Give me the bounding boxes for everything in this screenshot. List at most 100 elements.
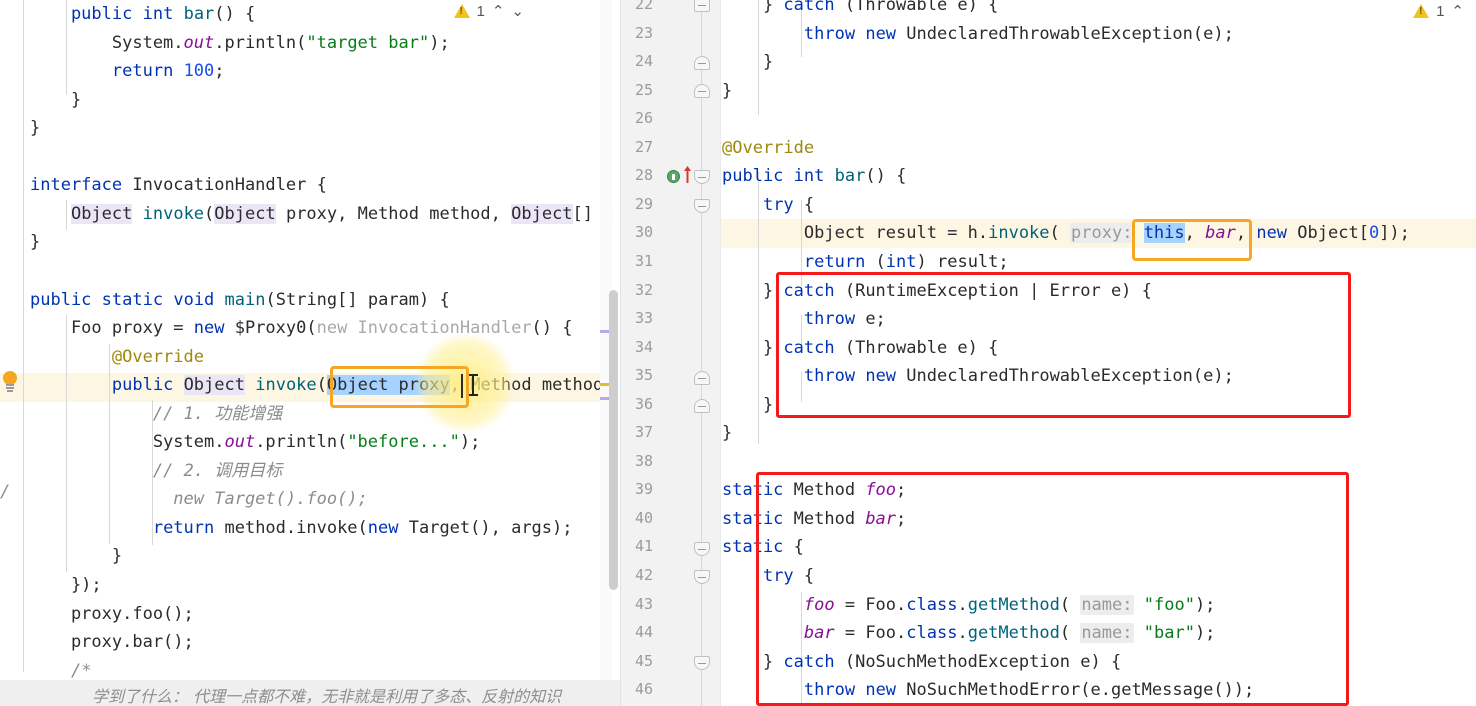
code-line: return 100; [111, 61, 225, 82]
warning-triangle-icon [453, 4, 470, 18]
left-scrollbar-thumb[interactable] [609, 290, 618, 590]
line-number: 29 [635, 194, 654, 213]
code-line: return (int) result; [803, 251, 1009, 272]
code-line: try { [762, 194, 815, 215]
line-number: 39 [635, 480, 654, 499]
code-line: } [722, 52, 774, 73]
line-number: 27 [635, 137, 654, 156]
code-line: public Object invoke(Object proxy, Metho… [111, 375, 614, 396]
code-line: public int bar() { [30, 4, 256, 24]
code-line: proxy.bar(); [30, 632, 194, 653]
code-line: Foo proxy = new $Proxy0(new InvocationHa… [30, 318, 573, 339]
line-number: 46 [635, 680, 654, 699]
code-line: } catch (Throwable e) { [722, 0, 999, 15]
line-number: 37 [635, 423, 654, 442]
code-line: throw e; [803, 309, 886, 330]
code-line: try { [762, 566, 815, 586]
code-line: System.out.println("target bar"); [30, 32, 450, 53]
clipped-edge-glyph: / [0, 482, 11, 502]
code-line: return method.invoke(new Target(), args)… [152, 517, 573, 538]
line-number: 24 [635, 52, 654, 71]
code-line: static Method foo; [722, 480, 907, 501]
lightbulb-icon[interactable] [1, 370, 19, 392]
warning-triangle-icon [1413, 4, 1430, 18]
right-warning-count: 1 [1436, 2, 1445, 20]
fold-toggle-icon[interactable] [694, 371, 710, 385]
code-line: Object result = h.invoke( proxy: this, b… [722, 223, 1410, 244]
overriding-method-arrow-icon[interactable] [683, 166, 692, 184]
right-editor-pane[interactable]: 22 23 24 25 26 27 28 29 30 31 32 33 34 3… [620, 0, 1476, 706]
previous-problem-icon[interactable]: ⌃ [1451, 2, 1464, 20]
code-line: Object invoke(Object proxy, Method metho… [70, 203, 614, 224]
code-line: } catch (RuntimeException | Error e) { [722, 280, 1152, 301]
code-line: } [722, 394, 774, 415]
right-gutter[interactable]: 22 23 24 25 26 27 28 29 30 31 32 33 34 3… [621, 0, 721, 706]
code-line: proxy.foo(); [30, 603, 194, 624]
code-line: static Method bar; [722, 508, 907, 529]
line-number: 32 [635, 280, 654, 299]
code-line: @Override [722, 137, 815, 158]
line-number: 44 [635, 623, 654, 642]
next-problem-icon[interactable]: ⌄ [511, 2, 524, 20]
code-line: // 1. 功能增强 [152, 403, 283, 424]
line-number: 45 [635, 651, 654, 670]
code-line: interface InvocationHandler { [30, 175, 327, 196]
bottom-comment-strip: 学到了什么： 代理一点都不难，无非就是利用了多态、反射的知识 [0, 680, 620, 706]
line-number: 26 [635, 109, 654, 128]
code-line: } [722, 80, 733, 101]
code-line: bar = Foo.class.getMethod( name: "bar"); [803, 623, 1216, 644]
line-number: 28 [635, 166, 654, 185]
code-line: public static void main(String[] param) … [30, 289, 450, 310]
line-number: 31 [635, 251, 654, 270]
ide-screenshot-root: / 1 ⌃ ⌄ public int bar() { System.out.pr… [0, 0, 1476, 706]
code-line: } [30, 232, 41, 253]
code-line: throw new UndeclaredThrowableException(e… [803, 366, 1234, 387]
line-number: 36 [635, 394, 654, 413]
right-inspection-hud[interactable]: 1 ⌃ [1413, 2, 1464, 20]
line-number: 41 [635, 537, 654, 556]
line-number: 34 [635, 337, 654, 356]
bottom-comment-text: 学到了什么： 代理一点都不难，无非就是利用了多态、反射的知识 [92, 687, 562, 706]
fold-toggle-icon[interactable] [694, 84, 710, 98]
code-line: throw new UndeclaredThrowableException(e… [803, 23, 1234, 44]
code-line: @Override [111, 346, 205, 367]
line-number: 30 [635, 223, 654, 242]
code-line: System.out.println("before..."); [30, 432, 481, 453]
line-number: 42 [635, 566, 654, 584]
left-inspection-hud[interactable]: 1 ⌃ ⌄ [453, 2, 524, 20]
right-code-text[interactable]: } catch (Throwable e) { throw new Undecl… [722, 0, 1410, 706]
fold-toggle-icon[interactable] [694, 56, 710, 70]
code-line: static { [722, 537, 804, 558]
left-warning-count: 1 [476, 2, 485, 20]
fold-toggle-icon[interactable] [694, 399, 710, 413]
line-number: 33 [635, 309, 654, 328]
run-method-icon[interactable] [667, 170, 680, 183]
line-number: 40 [635, 508, 654, 527]
line-number: 35 [635, 366, 654, 385]
fold-toggle-icon[interactable] [694, 0, 710, 12]
line-number: 43 [635, 594, 654, 613]
line-number: 25 [635, 80, 654, 99]
code-line: } catch (Throwable e) { [722, 337, 999, 358]
code-line: // 2. 调用目标 [152, 460, 283, 481]
code-line: }); [30, 575, 102, 595]
code-line: } [30, 118, 41, 139]
code-line: } catch (NoSuchMethodException e) { [722, 651, 1122, 672]
line-number: 23 [635, 23, 654, 42]
line-number: 22 [635, 0, 654, 13]
indent-guide [23, 0, 24, 672]
left-editor-pane[interactable]: / 1 ⌃ ⌄ public int bar() { System.out.pr… [0, 0, 620, 706]
mouse-ibeam-cursor [468, 374, 478, 396]
code-line: throw new NoSuchMethodError(e.getMessage… [803, 680, 1255, 701]
lightbulb-glyph [3, 371, 17, 392]
text-caret [461, 374, 463, 398]
previous-problem-icon[interactable]: ⌃ [492, 2, 505, 20]
code-line: public int bar() { [722, 166, 907, 187]
code-line: } [30, 89, 82, 110]
left-code-text[interactable]: public int bar() { System.out.println("t… [30, 0, 614, 706]
code-line: } [722, 423, 733, 444]
